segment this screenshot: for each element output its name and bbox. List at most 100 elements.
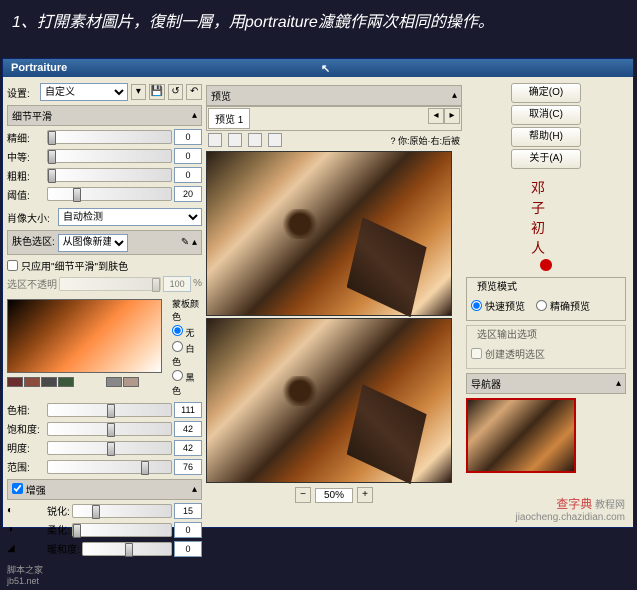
swatch-5[interactable]	[106, 377, 122, 387]
sat-value[interactable]: 42	[174, 421, 202, 437]
view-single-icon[interactable]	[208, 133, 222, 147]
collapse-icon: ▴	[192, 110, 197, 121]
precise-preview-radio[interactable]	[536, 300, 547, 311]
enhance-checkbox[interactable]	[12, 483, 23, 494]
help-button[interactable]: 帮助(H)	[511, 127, 581, 147]
svg-text:人: 人	[531, 240, 545, 256]
fast-preview-radio[interactable]	[471, 300, 482, 311]
window-title: Portraiture	[11, 62, 67, 74]
preview-header: 预览▴	[206, 85, 462, 106]
skin-src-select[interactable]: 从图像新建	[58, 234, 128, 252]
watermark-left: 脚本之家 jb51.net	[7, 563, 202, 586]
output-title: 选区输出选项	[475, 326, 539, 341]
title-bar: Portraiture ↖	[3, 59, 633, 77]
coarse-value[interactable]: 0	[174, 167, 202, 183]
fine-value[interactable]: 0	[174, 129, 202, 145]
hue-value[interactable]: 111	[174, 402, 202, 418]
next-tab-icon[interactable]: ▸	[444, 108, 460, 124]
skin-tone-header[interactable]: 肤色选区: 从图像新建 ✎ ▴	[7, 230, 202, 255]
swatch-4[interactable]	[58, 377, 74, 387]
decorative-stamp: 邓子初人	[526, 173, 566, 273]
output-fieldset: 选区输出选项 创建透明选区	[466, 325, 626, 369]
eyedropper-icon[interactable]: ✎ ▴	[181, 237, 197, 248]
opacity-label: 选区不透明	[7, 276, 57, 291]
preview-image-top[interactable]	[206, 151, 452, 316]
lum-slider[interactable]	[47, 441, 172, 455]
mask-title: 蒙板颜色	[172, 297, 202, 323]
left-panel: 设置: 自定义 ▾ 💾 ↺ ↶ 细节平滑▴ 精细: 0 中等: 0 粗粗	[7, 81, 202, 586]
collapse-icon-2: ▴	[192, 484, 197, 495]
prev-tab-icon[interactable]: ◂	[428, 108, 444, 124]
fine-slider[interactable]	[47, 130, 172, 144]
medium-slider[interactable]	[47, 149, 172, 163]
settings-dropdown-icon[interactable]: ▾	[131, 84, 147, 100]
mask-color-group: 蒙板颜色 无 白色 黑色	[172, 295, 202, 399]
zoom-out-button[interactable]: −	[295, 487, 311, 503]
settings-select[interactable]: 自定义	[40, 83, 128, 101]
apply-only-checkbox[interactable]	[7, 260, 18, 271]
preview-image-bottom[interactable]	[206, 318, 452, 483]
zoom-level[interactable]: 50%	[315, 488, 353, 503]
preview-info: ? 你:原始·右:后被	[390, 134, 460, 147]
ok-button[interactable]: 确定(O)	[511, 83, 581, 103]
svg-text:邓: 邓	[531, 180, 545, 196]
mask-white-radio[interactable]	[172, 341, 183, 352]
opacity-slider	[59, 277, 161, 291]
hue-slider[interactable]	[47, 403, 172, 417]
medium-value[interactable]: 0	[174, 148, 202, 164]
soften-slider[interactable]	[72, 523, 172, 537]
swatch-6[interactable]	[123, 377, 139, 387]
color-picker-gradient[interactable]	[7, 299, 162, 373]
navigator-header[interactable]: 导航器▴	[466, 373, 626, 394]
svg-text:初: 初	[531, 220, 545, 236]
mask-black-radio[interactable]	[172, 370, 183, 381]
soften-value[interactable]: 0	[174, 522, 202, 538]
zoom-in-button[interactable]: +	[357, 487, 373, 503]
enhance-header[interactable]: 增强 ▴	[7, 479, 202, 500]
preview-panel: 预览▴ 预览 1 ◂ ▸ ? 你:原始·右:后被 − 50% +	[206, 81, 462, 586]
cursor-icon: ↖	[321, 62, 330, 75]
apply-only-label: 只应用"细节平滑"到肤色	[21, 258, 128, 273]
undo-icon[interactable]: ↶	[186, 84, 202, 100]
lum-value[interactable]: 42	[174, 440, 202, 456]
preview-mode-title: 预览模式	[475, 278, 519, 293]
create-alpha-checkbox	[471, 348, 482, 359]
save-preset-icon[interactable]: 💾	[149, 84, 165, 100]
cancel-button[interactable]: 取消(C)	[511, 105, 581, 125]
watermark-right: 查字典 教程网 jiaocheng.chazidian.com	[515, 495, 625, 523]
sharpen-slider[interactable]	[72, 504, 172, 518]
warmth-value[interactable]: 0	[174, 541, 202, 557]
color-swatches	[7, 377, 162, 387]
navigator-thumbnail[interactable]	[466, 398, 576, 473]
fine-slider-row: 精细: 0	[7, 129, 202, 145]
medium-slider-row: 中等: 0	[7, 148, 202, 164]
swatch-2[interactable]	[24, 377, 40, 387]
threshold-slider-row: 阈值: 20	[7, 186, 202, 202]
range-value[interactable]: 76	[174, 459, 202, 475]
instruction-text: 1、打開素材圖片，復制一層，用portraiture濾鏡作兩次相同的操作。	[0, 0, 637, 40]
threshold-slider[interactable]	[47, 187, 172, 201]
sat-slider[interactable]	[47, 422, 172, 436]
detail-smooth-header[interactable]: 细节平滑▴	[7, 105, 202, 126]
view-split-v-icon[interactable]	[248, 133, 262, 147]
about-button[interactable]: 关于(A)	[511, 149, 581, 169]
view-compare-icon[interactable]	[268, 133, 282, 147]
swatch-3[interactable]	[41, 377, 57, 387]
settings-label: 设置:	[7, 85, 37, 100]
reset-icon[interactable]: ↺	[168, 84, 184, 100]
opacity-value: 100	[163, 276, 191, 292]
sharpen-value[interactable]: 15	[174, 503, 202, 519]
view-split-h-icon[interactable]	[228, 133, 242, 147]
portrait-size-select[interactable]: 自动检测	[58, 208, 202, 226]
threshold-value[interactable]: 20	[174, 186, 202, 202]
preview-mode-fieldset: 预览模式 快速预览 精确预览	[466, 277, 626, 321]
swatch-1[interactable]	[7, 377, 23, 387]
warmth-slider[interactable]	[82, 542, 172, 556]
range-slider[interactable]	[47, 460, 172, 474]
portrait-size-label: 肖像大小:	[7, 210, 55, 225]
preview-tab-1[interactable]: 预览 1	[208, 108, 250, 129]
coarse-slider[interactable]	[47, 168, 172, 182]
mask-none-radio[interactable]	[172, 325, 183, 336]
coarse-slider-row: 粗粗: 0	[7, 167, 202, 183]
portraiture-window: Portraiture ↖ 设置: 自定义 ▾ 💾 ↺ ↶ 细节平滑▴ 精细: …	[2, 58, 634, 528]
